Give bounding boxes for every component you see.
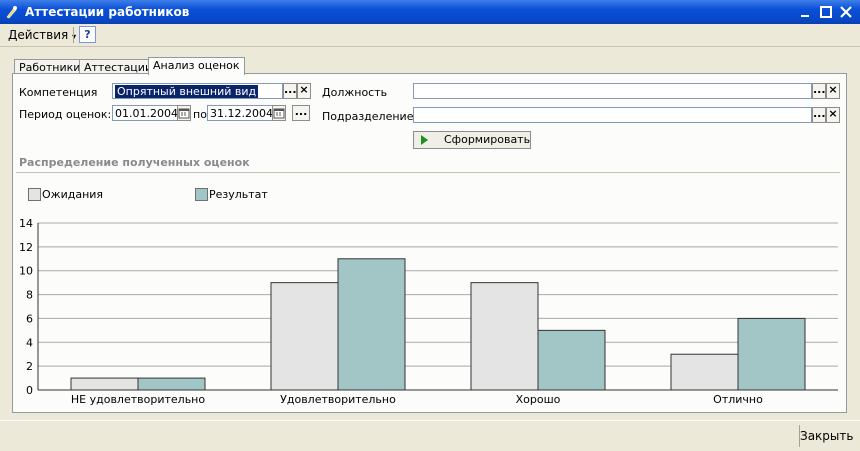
period-select-button[interactable]: ... [292, 105, 310, 121]
close-button[interactable]: Закрыть [800, 429, 853, 443]
y-tick-label: 14 [19, 217, 33, 230]
legend-swatch-result [195, 188, 208, 201]
bar-chart: 0 2 4 6 8 10 12 14 НЕ удовлетворительно Удовлетво… [19, 217, 838, 406]
y-tick-label: 0 [26, 384, 33, 397]
position-clear-button[interactable]: × [826, 83, 840, 99]
bar-result [537, 329, 606, 391]
legend-swatch-expected [28, 188, 41, 201]
bar-expected [670, 353, 739, 391]
help-button[interactable]: ? [79, 26, 96, 43]
x-tick-label: Отлично [713, 393, 763, 406]
competence-select-button[interactable]: ... [283, 83, 297, 99]
status-bar: Закрыть [0, 420, 860, 451]
generate-button-label: Сформировать [444, 133, 531, 146]
x-tick-label: НЕ удовлетворительно [71, 393, 205, 406]
calendar-icon[interactable] [272, 105, 286, 121]
department-field[interactable] [413, 107, 812, 123]
section-title: Распределение полученных оценок [19, 156, 250, 169]
y-tick-label: 12 [19, 241, 33, 254]
bar-result [737, 317, 806, 391]
position-select-button[interactable]: ... [812, 83, 826, 99]
title-bar: Аттестации работников [0, 0, 860, 24]
department-clear-button[interactable]: × [826, 107, 840, 123]
position-field[interactable] [413, 83, 812, 99]
generate-button[interactable]: Сформировать [413, 131, 531, 149]
bar-result [337, 258, 406, 391]
department-label: Подразделение [322, 110, 414, 123]
minimize-icon[interactable] [798, 4, 814, 20]
y-tick-label: 6 [26, 312, 33, 325]
actions-menu-button[interactable]: Действия ▾ [4, 27, 80, 43]
play-icon [421, 135, 428, 145]
window-title: Аттестации работников [25, 5, 190, 19]
period-label: Период оценок: [19, 108, 112, 121]
department-select-button[interactable]: ... [812, 107, 826, 123]
y-tick-label: 10 [19, 265, 33, 278]
bar-expected [270, 282, 339, 391]
period-to-field[interactable]: 31.12.2004 [207, 105, 273, 121]
competence-clear-button[interactable]: × [297, 83, 311, 99]
position-label: Должность [322, 86, 388, 99]
app-icon [6, 6, 17, 19]
calendar-icon[interactable] [177, 105, 191, 121]
competence-field[interactable]: Опрятный внешний вид [112, 83, 283, 99]
section-divider [16, 172, 840, 173]
bar-result [137, 377, 206, 391]
bar-expected [70, 377, 139, 391]
legend-label-expected: Ожидания [42, 188, 104, 201]
period-from-field[interactable]: 01.01.2004 [112, 105, 178, 121]
legend-label-result: Результат [209, 188, 268, 201]
toolbar: Действия ▾ ? [0, 24, 860, 47]
y-tick-label: 8 [26, 289, 33, 302]
actions-label: Действия [8, 28, 69, 42]
competence-label: Компетенция [19, 86, 98, 99]
y-tick-label: 4 [26, 336, 33, 349]
tab-analysis[interactable]: Анализ оценок [148, 57, 245, 75]
x-tick-label: Удовлетворительно [280, 393, 396, 406]
x-tick-label: Хорошо [516, 393, 561, 406]
maximize-icon[interactable] [818, 4, 834, 20]
close-icon[interactable] [838, 4, 854, 20]
toolbar-separator [73, 27, 74, 43]
y-tick-label: 2 [26, 360, 33, 373]
bar-expected [470, 282, 539, 391]
competence-value: Опрятный внешний вид [115, 85, 259, 98]
